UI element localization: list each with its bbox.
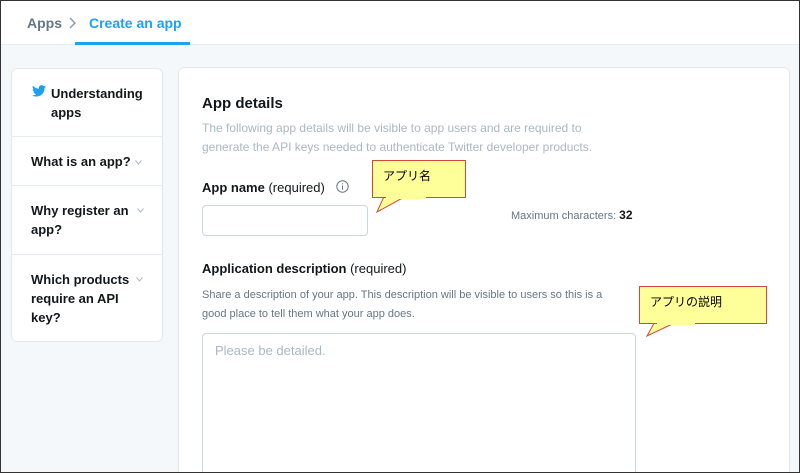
sidebar-item-label: Understanding apps bbox=[51, 86, 143, 120]
max-characters-label: Maximum characters: bbox=[511, 210, 617, 222]
chevron-right-icon bbox=[69, 17, 76, 29]
description-label: Application description (required) bbox=[202, 261, 406, 276]
breadcrumb-apps-link[interactable]: Apps bbox=[27, 15, 62, 31]
sidebar-item-understanding-apps[interactable]: Understanding apps bbox=[12, 69, 162, 137]
app-details-card: App details The following app details wi… bbox=[178, 67, 790, 473]
info-icon[interactable] bbox=[336, 180, 349, 193]
chevron-down-icon bbox=[134, 160, 142, 165]
sidebar-item-label-wrap: Why register an app? bbox=[31, 201, 156, 239]
chevron-down-icon bbox=[137, 208, 144, 213]
app-name-input[interactable] bbox=[202, 205, 368, 236]
sidebar-item-label: Why register an app? bbox=[31, 203, 129, 237]
description-help: Share a description of your app. This de… bbox=[202, 289, 603, 320]
sidebar-item-label-wrap: Which products require an API key? bbox=[31, 270, 141, 327]
description-textarea[interactable]: Please be detailed. bbox=[202, 333, 636, 473]
active-tab-indicator bbox=[75, 42, 190, 45]
help-sidebar: Understanding apps What is an app? Why r… bbox=[11, 68, 163, 342]
description-placeholder: Please be detailed. bbox=[215, 343, 326, 358]
callout-seam bbox=[386, 196, 426, 199]
max-characters: Maximum characters: 32 bbox=[511, 208, 633, 222]
description-callout: アプリの説明 bbox=[639, 286, 767, 324]
max-characters-value: 32 bbox=[619, 208, 633, 222]
twitter-bird-icon bbox=[32, 85, 46, 97]
description-label-text: Application description bbox=[202, 261, 347, 276]
required-marker: (required) bbox=[268, 180, 325, 195]
app-name-label: App name (required) bbox=[202, 180, 325, 195]
required-marker: (required) bbox=[350, 261, 407, 276]
app-name-label-text: App name bbox=[202, 180, 265, 195]
section-title: App details bbox=[202, 95, 283, 112]
callout-seam bbox=[657, 322, 695, 325]
sidebar-item-what-is-an-app[interactable]: What is an app? bbox=[12, 137, 162, 186]
app-name-callout: アプリ名 bbox=[372, 160, 466, 198]
sidebar-item-label: Which products require an API key? bbox=[31, 272, 130, 325]
sidebar-item-which-products[interactable]: Which products require an API key? bbox=[12, 255, 162, 341]
sidebar-item-label: What is an app? bbox=[31, 154, 131, 169]
chevron-down-icon bbox=[136, 277, 143, 282]
sidebar-item-why-register[interactable]: Why register an app? bbox=[12, 186, 162, 255]
top-nav: Apps Create an app bbox=[1, 1, 799, 45]
sidebar-item-label-wrap: What is an app? bbox=[31, 152, 142, 171]
section-description: The following app details will be visibl… bbox=[202, 121, 593, 154]
breadcrumb-current[interactable]: Create an app bbox=[89, 15, 182, 31]
